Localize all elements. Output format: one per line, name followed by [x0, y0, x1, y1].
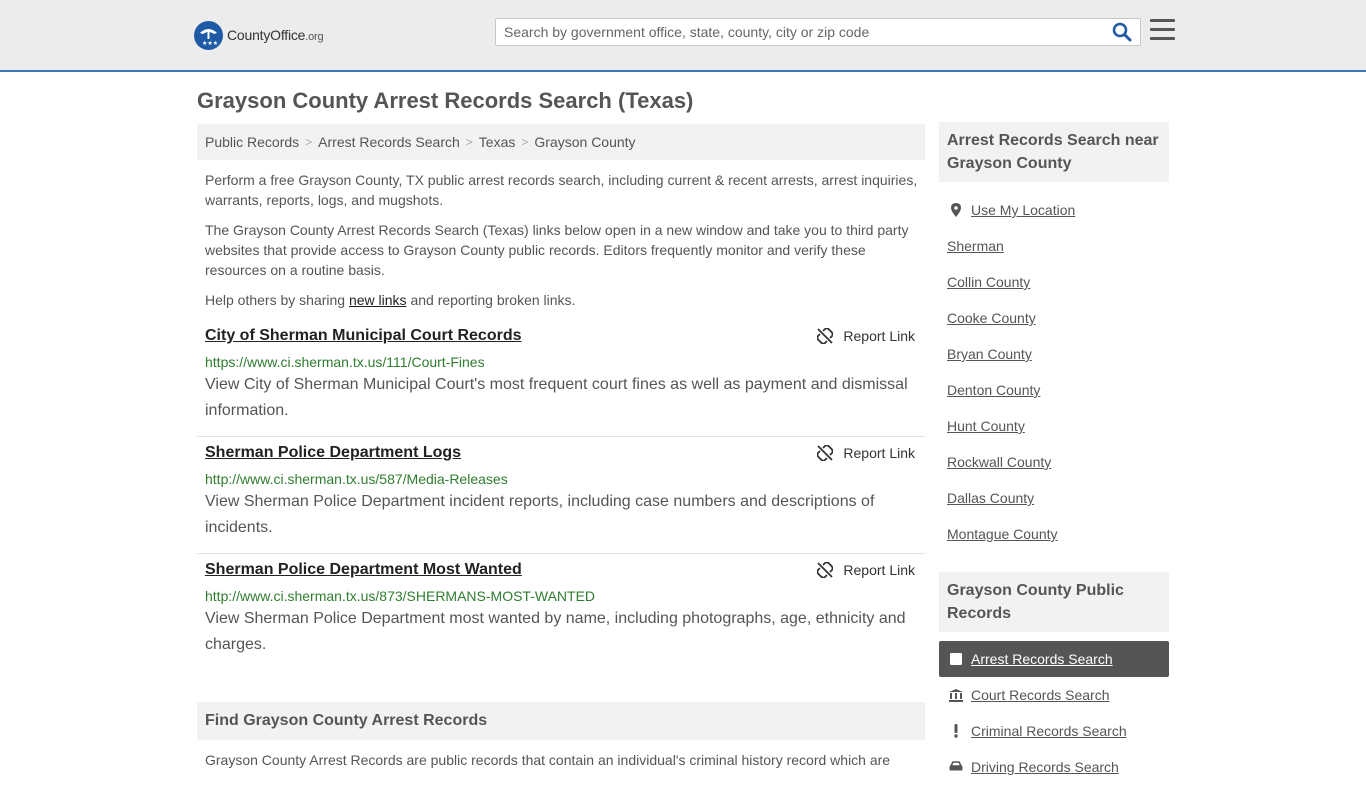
page-title: Grayson County Arrest Records Search (Te… — [197, 88, 694, 113]
sidebar-item-arrest-records[interactable]: Arrest Records Search — [939, 641, 1169, 677]
entry-description: View Sherman Police Department incident … — [205, 493, 875, 536]
entry-url: https://www.ci.sherman.tx.us/111/Court-F… — [205, 354, 485, 370]
broken-link-icon — [817, 328, 834, 344]
square-icon — [949, 652, 963, 666]
search-icon[interactable] — [1112, 22, 1134, 44]
entry-description: View Sherman Police Department most want… — [205, 610, 906, 653]
disclaimer-paragraph: The Grayson County Arrest Records Search… — [205, 222, 909, 278]
nearby-link-hunt-county[interactable]: Hunt County — [947, 418, 1025, 434]
entry-title-link[interactable]: City of Sherman Municipal Court Records — [205, 327, 521, 345]
record-entry: City of Sherman Municipal Court Records … — [197, 320, 925, 437]
nearby-link-collin-county[interactable]: Collin County — [947, 274, 1030, 290]
broken-link-icon — [817, 445, 834, 461]
map-pin-icon — [949, 203, 963, 217]
svg-text:★★★: ★★★ — [202, 40, 218, 47]
nearby-link-bryan-county[interactable]: Bryan County — [947, 346, 1032, 362]
record-entry: Sherman Police Department Most Wanted Re… — [197, 554, 925, 671]
report-link-button[interactable]: Report Link — [817, 328, 915, 344]
courthouse-icon — [949, 688, 963, 702]
nearby-link-sherman[interactable]: Sherman — [947, 238, 1004, 254]
nearby-heading: Arrest Records Search near Grayson Count… — [939, 122, 1169, 182]
hamburger-menu-icon[interactable] — [1150, 19, 1175, 43]
breadcrumb-texas[interactable]: Texas — [479, 134, 516, 150]
sidebar-item-label[interactable]: Driving Records Search — [971, 759, 1119, 775]
entry-url: http://www.ci.sherman.tx.us/587/Media-Re… — [205, 471, 508, 487]
search-bar — [495, 18, 1141, 46]
entry-title-link[interactable]: Sherman Police Department Most Wanted — [205, 561, 522, 579]
breadcrumb-grayson-county[interactable]: Grayson County — [534, 134, 635, 150]
report-link-button[interactable]: Report Link — [817, 445, 915, 461]
entry-description: View City of Sherman Municipal Court's m… — [205, 376, 908, 419]
breadcrumb-separator: > — [305, 135, 313, 149]
seal-icon: ★★★ — [194, 20, 223, 50]
find-records-heading: Find Grayson County Arrest Records — [197, 702, 925, 740]
broken-link-icon — [817, 562, 834, 578]
sidebar-item-criminal-records[interactable]: Criminal Records Search — [939, 713, 1169, 749]
site-logo[interactable]: ★★★ CountyOffice.org — [194, 20, 324, 50]
public-records-heading: Grayson County Public Records — [939, 572, 1169, 632]
sidebar-item-driving-records[interactable]: Driving Records Search — [939, 749, 1169, 785]
new-links-link[interactable]: new links — [349, 292, 407, 308]
nearby-link-cooke-county[interactable]: Cooke County — [947, 310, 1036, 326]
entry-url: http://www.ci.sherman.tx.us/873/SHERMANS… — [205, 588, 596, 604]
nearby-link-denton-county[interactable]: Denton County — [947, 382, 1040, 398]
nearby-link-montague-county[interactable]: Montague County — [947, 526, 1058, 542]
breadcrumb-arrest-records[interactable]: Arrest Records Search — [318, 134, 460, 150]
sidebar-item-label[interactable]: Criminal Records Search — [971, 723, 1127, 739]
intro-paragraph: Perform a free Grayson County, TX public… — [205, 172, 918, 208]
nearby-link-dallas-county[interactable]: Dallas County — [947, 490, 1034, 506]
exclamation-icon — [949, 724, 963, 738]
nearby-link-rockwall-county[interactable]: Rockwall County — [947, 454, 1051, 470]
sidebar-item-court-records[interactable]: Court Records Search — [939, 677, 1169, 713]
breadcrumb: Public Records > Arrest Records Search >… — [197, 124, 925, 160]
site-header: ★★★ CountyOffice.org — [0, 0, 1366, 72]
share-paragraph: Help others by sharing new links and rep… — [205, 292, 576, 308]
sidebar-item-label[interactable]: Arrest Records Search — [971, 651, 1113, 667]
car-icon — [949, 760, 963, 774]
report-link-button[interactable]: Report Link — [817, 562, 915, 578]
breadcrumb-separator: > — [521, 135, 529, 149]
search-input[interactable] — [496, 19, 1106, 45]
logo-wordmark: CountyOffice.org — [227, 27, 324, 43]
entry-title-link[interactable]: Sherman Police Department Logs — [205, 444, 461, 462]
record-entry: Sherman Police Department Logs Report Li… — [197, 437, 925, 554]
sidebar-item-label[interactable]: Court Records Search — [971, 687, 1110, 703]
find-records-text: Grayson County Arrest Records are public… — [205, 752, 891, 768]
use-location-row: Use My Location — [939, 192, 1169, 228]
breadcrumb-public-records[interactable]: Public Records — [205, 134, 299, 150]
use-my-location-link[interactable]: Use My Location — [971, 202, 1075, 218]
breadcrumb-separator: > — [465, 135, 473, 149]
